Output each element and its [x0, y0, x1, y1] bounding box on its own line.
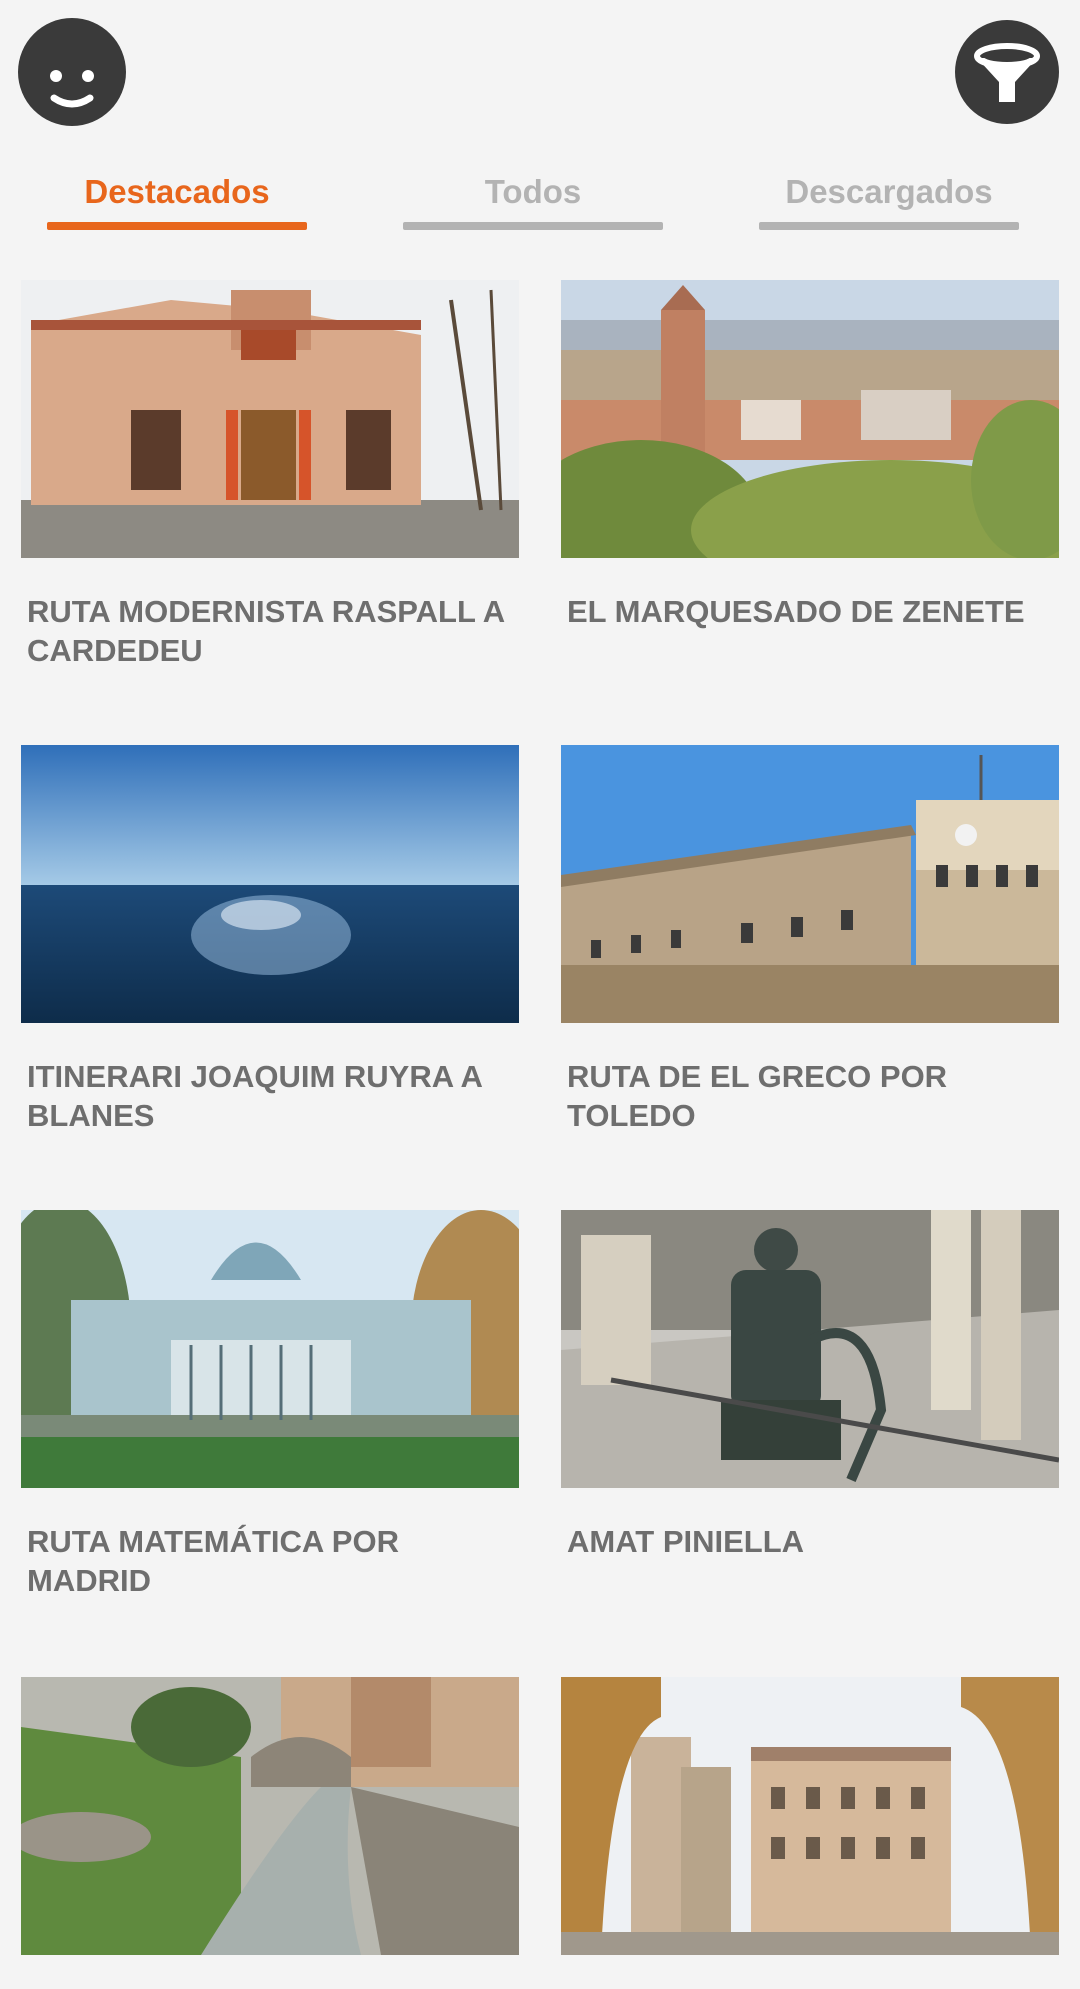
top-bar	[0, 0, 1080, 150]
tab-destacados[interactable]: Destacados	[47, 160, 307, 232]
route-image	[21, 1210, 519, 1488]
route-title: RUTA DE EL GRECO POR TOLEDO	[567, 1059, 948, 1133]
route-title: RUTA MODERNISTA RASPALL A CARDEDEU	[27, 594, 505, 668]
tab-descargados[interactable]: Descargados	[759, 160, 1019, 232]
tab-label: Todos	[484, 173, 582, 210]
tab-indicator	[403, 222, 663, 230]
tab-todos[interactable]: Todos	[403, 160, 663, 232]
route-card[interactable]	[21, 1677, 519, 1989]
route-image	[21, 745, 519, 1023]
route-image	[561, 1210, 1059, 1488]
route-card[interactable]: EL MARQUESADO DE ZENETE	[561, 280, 1059, 631]
route-card[interactable]: ITINERARI JOAQUIM RUYRA A BLANES	[21, 745, 519, 1135]
funnel-filter-icon	[974, 43, 1040, 102]
route-title: RUTA MATEMÁTICA POR MADRID	[27, 1524, 399, 1598]
route-title: EL MARQUESADO DE ZENETE	[567, 594, 1025, 629]
profile-button[interactable]	[18, 18, 126, 126]
route-image	[21, 280, 519, 558]
tab-label: Destacados	[84, 173, 270, 210]
route-image	[561, 745, 1059, 1023]
tab-indicator	[759, 222, 1019, 230]
smiley-face-icon	[50, 70, 94, 108]
tab-indicator	[47, 222, 307, 230]
tab-bar: Destacados Todos Descargados	[0, 160, 1080, 232]
route-card[interactable]: RUTA MODERNISTA RASPALL A CARDEDEU	[21, 280, 519, 670]
route-image	[561, 280, 1059, 558]
tab-label: Descargados	[785, 173, 993, 210]
route-card[interactable]	[561, 1677, 1059, 1989]
route-image	[561, 1677, 1059, 1955]
route-title: AMAT PINIELLA	[567, 1524, 805, 1559]
route-card[interactable]: RUTA MATEMÁTICA POR MADRID	[21, 1210, 519, 1600]
route-card[interactable]: RUTA DE EL GRECO POR TOLEDO	[561, 745, 1059, 1135]
route-title: ITINERARI JOAQUIM RUYRA A BLANES	[27, 1059, 482, 1133]
route-card[interactable]: AMAT PINIELLA	[561, 1210, 1059, 1561]
route-image	[21, 1677, 519, 1955]
filter-button[interactable]	[955, 20, 1059, 124]
